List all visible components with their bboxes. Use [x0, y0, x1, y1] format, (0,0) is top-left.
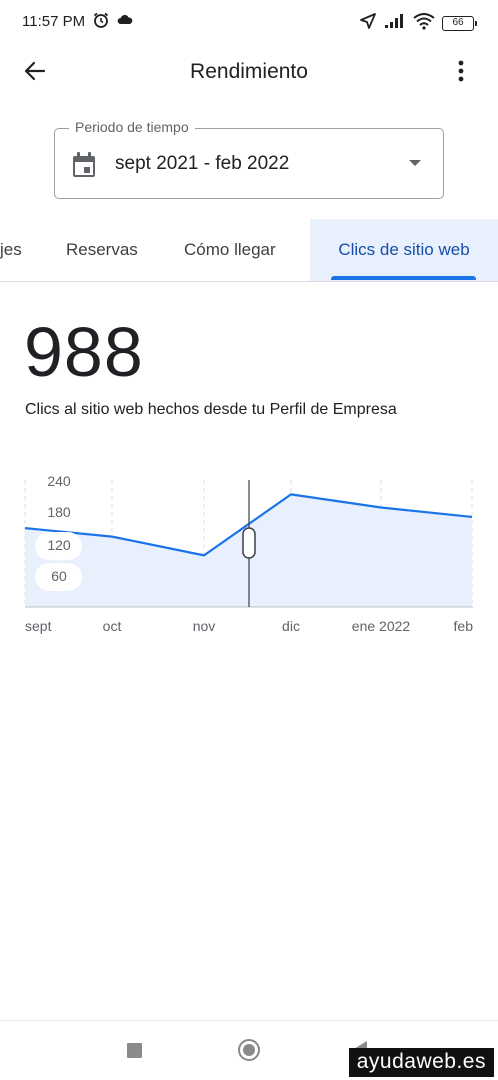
- watermark: ayudaweb.es: [348, 1048, 494, 1077]
- chart-svg: 240 180 120 60 sept oct nov dic ene 2022 feb: [24, 473, 474, 634]
- website-clicks-chart[interactable]: 240 180 120 60 sept oct nov dic ene 2022 feb: [0, 460, 498, 650]
- status-right-icons: 66: [359, 12, 477, 35]
- location-arrow-icon: [359, 12, 377, 35]
- x-tick-label: feb: [454, 618, 474, 634]
- tab-reservas[interactable]: Reservas: [66, 219, 138, 281]
- dropdown-arrow-icon: [409, 160, 421, 166]
- stat-description: Clics al sitio web hechos desde tu Perfi…: [25, 401, 397, 418]
- tab-clics-sitio-web[interactable]: Clics de sitio web: [310, 219, 498, 281]
- cloud-icon: [116, 11, 134, 34]
- page-title: Rendimiento: [190, 60, 308, 83]
- recents-button[interactable]: [127, 1043, 142, 1058]
- x-tick-label: nov: [193, 618, 216, 634]
- x-tick-label: sept: [25, 618, 52, 634]
- active-tab-indicator: [331, 276, 476, 280]
- x-tick-label: oct: [103, 618, 122, 634]
- x-tick-label: ene 2022: [352, 618, 411, 634]
- home-button[interactable]: [238, 1039, 260, 1061]
- app-bar: Rendimiento: [0, 44, 498, 100]
- alarm-icon: [92, 11, 110, 34]
- y-tick-label: 240: [47, 473, 71, 489]
- x-tick-label: dic: [282, 618, 300, 634]
- y-tick-label: 60: [51, 568, 67, 584]
- tab-bar: jes Reservas Cómo llegar Clics de sitio …: [0, 219, 498, 282]
- calendar-icon: [71, 151, 97, 184]
- scrubber-handle[interactable]: [242, 527, 256, 559]
- y-tick-label: 180: [47, 504, 71, 520]
- tab-como-llegar[interactable]: Cómo llegar: [184, 219, 276, 281]
- time-period-label: Periodo de tiempo: [69, 119, 195, 135]
- more-vert-icon: [458, 59, 464, 88]
- status-bar: 11:57 PM 66: [0, 0, 498, 44]
- time-period-value: sept 2021 - feb 2022: [115, 153, 290, 174]
- status-time: 11:57 PM: [22, 13, 86, 30]
- battery-indicator: 66: [442, 16, 477, 31]
- signal-icon: [384, 13, 406, 34]
- status-left-icons: [92, 11, 134, 34]
- time-period-dropdown[interactable]: Periodo de tiempo sept 2021 - feb 2022: [54, 119, 444, 199]
- wifi-icon: [413, 12, 435, 35]
- more-options-button[interactable]: [446, 58, 476, 88]
- stat-value: 988: [24, 313, 144, 391]
- tab-mensajes[interactable]: jes: [0, 219, 22, 281]
- y-tick-label: 120: [47, 537, 71, 553]
